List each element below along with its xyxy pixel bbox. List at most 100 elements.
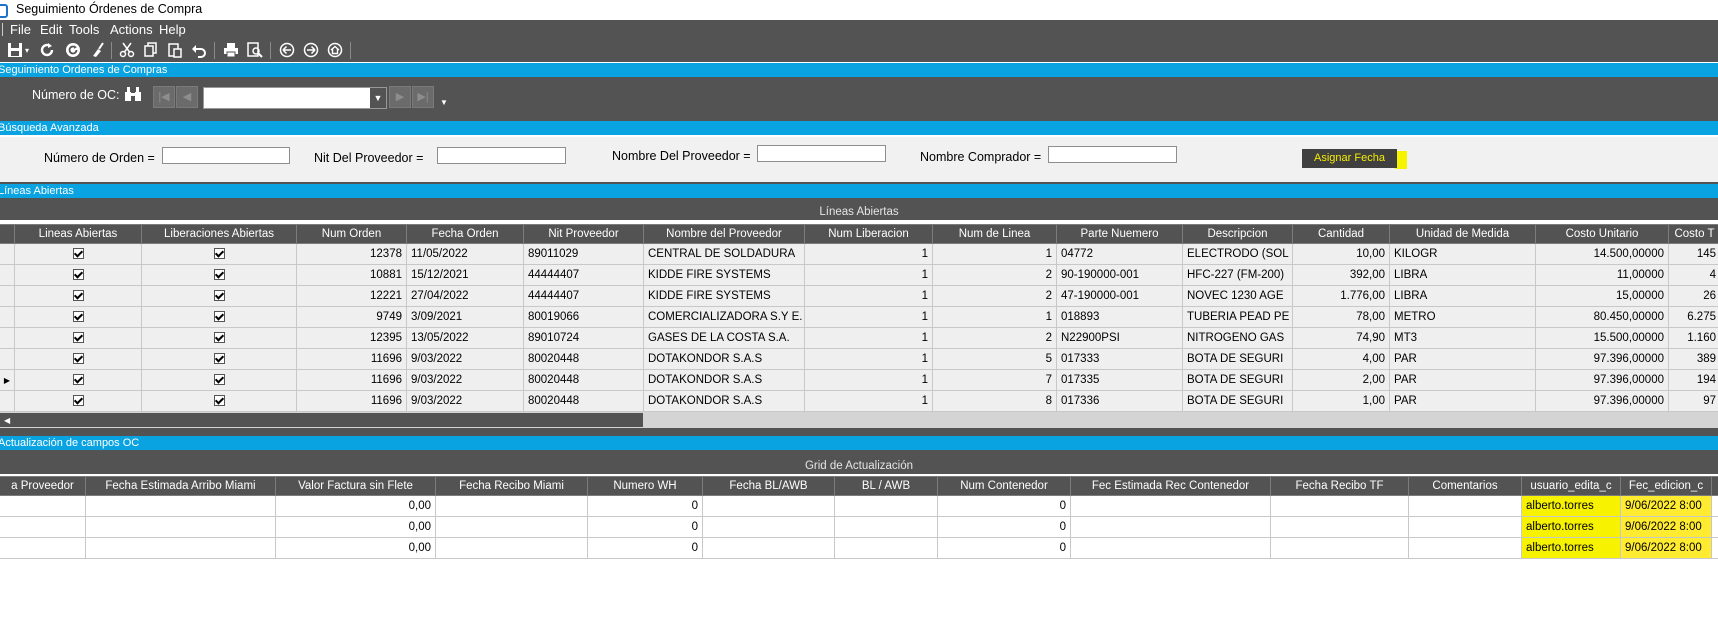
nit-proveedor-cell[interactable]: 44444407 (523, 285, 644, 307)
nombre-proveedor-cell[interactable]: DOTAKONDOR S.A.S (643, 348, 805, 370)
proveedor-cell[interactable] (0, 495, 86, 517)
col-lineas-abiertas[interactable]: Lineas Abiertas (14, 224, 142, 244)
last-record-button[interactable]: ▶| (412, 86, 434, 108)
descripcion-cell[interactable]: NITROGENO GAS (1182, 327, 1293, 349)
num-liberacion-cell[interactable]: 1 (804, 348, 933, 370)
col-usuario-edita[interactable]: usuario_edita_c (1521, 476, 1621, 496)
overflow-chevron-icon[interactable]: ▼ (440, 98, 448, 107)
costo-unitario-cell[interactable]: 11,00000 (1535, 264, 1669, 286)
parte-numero-cell[interactable]: 017335 (1056, 369, 1183, 391)
checkbox[interactable] (72, 353, 84, 365)
checkbox[interactable] (213, 374, 225, 386)
row-indicator[interactable] (0, 264, 15, 286)
unidad-medida-cell[interactable]: LIBRA (1389, 264, 1536, 286)
fecha-recibo-miami-cell[interactable] (435, 495, 588, 517)
fecha-orden-cell[interactable]: 9/03/2022 (406, 348, 524, 370)
nit-proveedor-cell[interactable]: 44444407 (523, 264, 644, 286)
descripcion-cell[interactable]: BOTA DE SEGURI (1182, 348, 1293, 370)
unidad-medida-cell[interactable]: PAR (1389, 390, 1536, 412)
fecha-bl-awb-cell[interactable] (702, 516, 835, 538)
unidad-medida-cell[interactable]: PAR (1389, 369, 1536, 391)
costo-total-cell[interactable]: 194 (1668, 369, 1718, 391)
checkbox[interactable] (213, 248, 225, 260)
row-indicator[interactable] (0, 243, 15, 265)
num-linea-cell[interactable]: 2 (932, 327, 1057, 349)
checkbox[interactable] (213, 395, 225, 407)
fec-edicion-cell[interactable]: 9/06/2022 8:00 (1620, 516, 1712, 538)
checkbox[interactable] (72, 332, 84, 344)
costo-total-cell[interactable]: 6.275 (1668, 306, 1718, 328)
scrollbar-thumb[interactable]: ◀ (0, 413, 643, 427)
nombre-proveedor-cell[interactable]: CENTRAL DE SOLDADURA (643, 243, 805, 265)
num-orden-cell[interactable]: 11696 (296, 348, 407, 370)
cantidad-cell[interactable]: 74,90 (1292, 327, 1390, 349)
num-contenedor-cell[interactable]: 0 (937, 537, 1071, 559)
comentarios-cell[interactable] (1408, 516, 1522, 538)
fecha-recibo-miami-cell[interactable] (435, 537, 588, 559)
col-nombre-proveedor[interactable]: Nombre del Proveedor (643, 224, 805, 244)
descripcion-cell[interactable]: TUBERIA PEAD PE (1182, 306, 1293, 328)
nombre-proveedor-cell[interactable]: KIDDE FIRE SYSTEMS (643, 264, 805, 286)
num-liberacion-cell[interactable]: 1 (804, 243, 933, 265)
scroll-left-icon[interactable]: ◀ (4, 414, 10, 428)
table-row[interactable]: ▶ 11696 9/03/2022 80020448 DOTAKONDOR S.A.S 1… (0, 369, 1718, 391)
table-row[interactable]: 12395 13/05/2022 89010724 GASES DE LA COSTA… (0, 327, 1718, 349)
col-unidad-medida[interactable]: Unidad de Medida (1389, 224, 1536, 244)
proveedor-cell[interactable] (0, 516, 86, 538)
valor-factura-sin-flete-cell[interactable]: 0,00 (275, 516, 436, 538)
table-row[interactable]: 9749 3/09/2021 80019066 COMERCIALIZADORA S.… (0, 306, 1718, 328)
cantidad-cell[interactable]: 78,00 (1292, 306, 1390, 328)
nombre-proveedor-cell[interactable]: KIDDE FIRE SYSTEMS (643, 285, 805, 307)
costo-total-cell[interactable]: 26 (1668, 285, 1718, 307)
col-cantidad[interactable]: Cantidad (1292, 224, 1390, 244)
comentarios-cell[interactable] (1408, 537, 1522, 559)
print-icon[interactable] (222, 42, 240, 60)
table-row[interactable]: 0,00 0 0 alberto.torres 9/06/2022 8:00 (0, 495, 1718, 517)
back-icon[interactable] (278, 42, 296, 60)
fecha-orden-cell[interactable]: 15/12/2021 (406, 264, 524, 286)
col-num-orden[interactable]: Num Orden (296, 224, 407, 244)
num-linea-cell[interactable]: 2 (932, 264, 1057, 286)
paste-icon[interactable] (166, 42, 184, 60)
home-icon[interactable] (326, 42, 344, 60)
col-costo-total[interactable]: Costo T (1668, 224, 1718, 244)
col-parte-numero[interactable]: Parte Nuemero (1056, 224, 1183, 244)
num-linea-cell[interactable]: 1 (932, 243, 1057, 265)
checkbox[interactable] (72, 311, 84, 323)
checkbox[interactable] (213, 332, 225, 344)
valor-factura-sin-flete-cell[interactable]: 0,00 (275, 537, 436, 559)
costo-total-cell[interactable]: 1.160 (1668, 327, 1718, 349)
dropdown-icon[interactable]: ▾ (22, 42, 32, 60)
parte-numero-cell[interactable]: 04772 (1056, 243, 1183, 265)
descripcion-cell[interactable]: BOTA DE SEGURI (1182, 369, 1293, 391)
fecha-recibo-tf-cell[interactable] (1270, 516, 1409, 538)
col-numero-wh[interactable]: Numero WH (587, 476, 703, 496)
undo-icon[interactable] (190, 42, 208, 60)
row-indicator[interactable]: ▶ (0, 369, 15, 391)
menu-file[interactable]: File (10, 22, 31, 37)
table-row[interactable]: 12378 11/05/2022 89011029 CENTRAL DE SOLDAD… (0, 243, 1718, 265)
descripcion-cell[interactable]: ELECTRODO (SOL (1182, 243, 1293, 265)
fecha-recibo-tf-cell[interactable] (1270, 537, 1409, 559)
costo-unitario-cell[interactable]: 14.500,00000 (1535, 243, 1669, 265)
prev-record-button[interactable]: ◀ (176, 86, 198, 108)
col-costo-unitario[interactable]: Costo Unitario (1535, 224, 1669, 244)
checkbox[interactable] (72, 290, 84, 302)
asignar-fecha-button[interactable]: Asignar Fecha (1302, 149, 1397, 168)
refresh-alt-icon[interactable] (64, 42, 82, 60)
cut-icon[interactable] (118, 42, 136, 60)
col-fecha-recibo-miami[interactable]: Fecha Recibo Miami (435, 476, 588, 496)
table-row[interactable]: 11696 9/03/2022 80020448 DOTAKONDOR S.A.S 1 5… (0, 348, 1718, 370)
menu-edit[interactable]: Edit (40, 22, 62, 37)
unidad-medida-cell[interactable]: LIBRA (1389, 285, 1536, 307)
unidad-medida-cell[interactable]: METRO (1389, 306, 1536, 328)
chevron-down-icon[interactable]: ▼ (370, 88, 386, 108)
fecha-bl-awb-cell[interactable] (702, 495, 835, 517)
fecha-estimada-arribo-miami-cell[interactable] (85, 495, 276, 517)
costo-unitario-cell[interactable]: 15.500,00000 (1535, 327, 1669, 349)
fecha-estimada-arribo-miami-cell[interactable] (85, 537, 276, 559)
menu-help[interactable]: Help (159, 22, 186, 37)
fecha-recibo-miami-cell[interactable] (435, 516, 588, 538)
fec-estimada-rec-contenedor-cell[interactable] (1070, 495, 1271, 517)
print-preview-icon[interactable] (246, 42, 264, 60)
